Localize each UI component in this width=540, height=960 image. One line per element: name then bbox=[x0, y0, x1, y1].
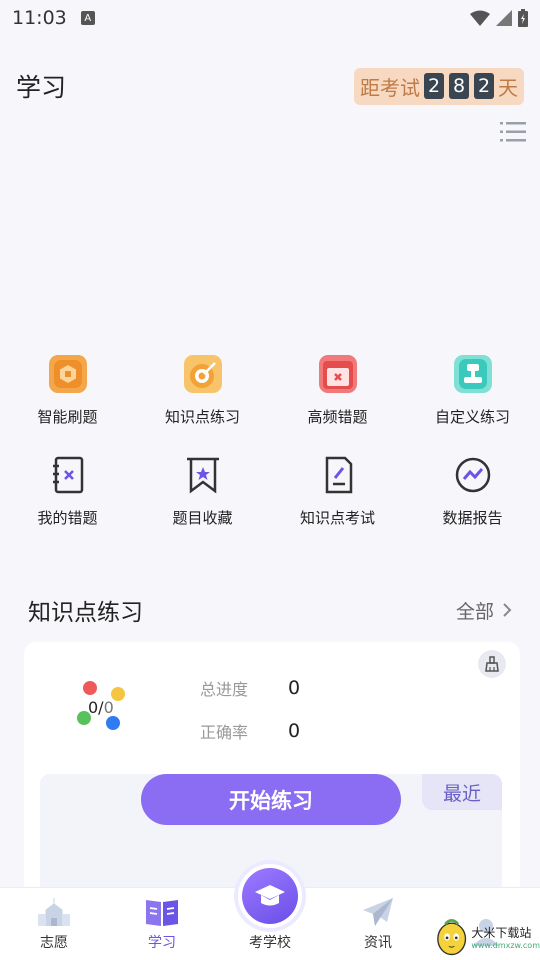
clear-broom-icon[interactable] bbox=[478, 650, 506, 678]
grid-item-label: 题目收藏 bbox=[172, 509, 233, 527]
nav-item-study[interactable]: 学习 bbox=[108, 888, 216, 960]
list-menu-icon[interactable] bbox=[500, 120, 526, 144]
exam-countdown: 距考试 2 8 2 天 bbox=[354, 67, 524, 105]
countdown-suffix: 天 bbox=[498, 75, 518, 100]
knowledge-practice-section-header: 知识点练习 全部 bbox=[28, 590, 512, 630]
grid-item-label: 知识点练习 bbox=[164, 408, 240, 426]
wifi-icon bbox=[470, 10, 490, 26]
bookmark-icon bbox=[181, 453, 225, 497]
watermark-title: 大米下载站 bbox=[471, 926, 532, 940]
stamp-icon bbox=[451, 352, 495, 396]
accuracy-value: 0 bbox=[288, 720, 301, 742]
chevron-right-icon bbox=[503, 603, 512, 617]
watermark: 大米下载站 www.dmxzw.com bbox=[436, 914, 540, 960]
grid-item-data-report[interactable]: 数据报告 bbox=[405, 453, 540, 528]
status-time: 11:03 bbox=[12, 7, 67, 29]
start-practice-button[interactable]: 开始练习 bbox=[141, 774, 401, 825]
grid-item-favorites[interactable]: 题目收藏 bbox=[135, 453, 270, 528]
ratio-denominator: 0 bbox=[103, 698, 114, 717]
grid-item-label: 智能刷题 bbox=[37, 408, 98, 426]
nav-item-volunteer[interactable]: 志愿 bbox=[0, 888, 108, 960]
grid-item-knowledge-practice[interactable]: 知识点练习 bbox=[135, 352, 270, 427]
status-icons bbox=[470, 9, 528, 27]
nav-item-exam-school[interactable]: 考学校 bbox=[216, 864, 324, 960]
battery-icon bbox=[518, 9, 528, 27]
grid-item-label: 知识点考试 bbox=[299, 509, 375, 527]
grid-item-label: 高频错题 bbox=[307, 408, 368, 426]
countdown-digit: 2 bbox=[424, 73, 444, 99]
paper-plane-icon bbox=[363, 898, 393, 926]
grid-item-frequent-errors[interactable]: 高频错题 bbox=[270, 352, 405, 427]
nav-label: 学习 bbox=[148, 935, 176, 951]
watermark-text: 大米下载站 www.dmxzw.com bbox=[471, 924, 540, 950]
grid-item-label: 数据报告 bbox=[442, 509, 503, 527]
report-icon bbox=[451, 453, 495, 497]
ratio-numerator: 0/ bbox=[88, 698, 104, 717]
target-icon bbox=[181, 352, 225, 396]
error-book-icon bbox=[46, 453, 90, 497]
status-bar: 11:03 A bbox=[0, 0, 540, 36]
recent-tab[interactable]: 最近 bbox=[422, 774, 502, 810]
smart-practice-icon bbox=[46, 352, 90, 396]
accessibility-icon: A bbox=[80, 11, 95, 25]
section-title: 知识点练习 bbox=[28, 600, 143, 626]
progress-ratio: 0/0 bbox=[88, 698, 114, 717]
countdown-prefix: 距考试 bbox=[360, 75, 420, 100]
accuracy-label: 正确率 bbox=[200, 723, 249, 742]
nav-center-circle bbox=[238, 864, 302, 928]
page-title: 学习 bbox=[16, 73, 67, 102]
see-all-link[interactable]: 全部 bbox=[456, 597, 512, 624]
grid-item-my-errors[interactable]: 我的错题 bbox=[0, 453, 135, 528]
grid-item-label: 自定义练习 bbox=[434, 408, 510, 426]
watermark-url: www.dmxzw.com bbox=[471, 941, 540, 950]
graduation-cap-icon bbox=[242, 868, 298, 924]
nav-item-news[interactable]: 资讯 bbox=[324, 888, 432, 960]
total-progress-row: 总进度 0 bbox=[200, 676, 300, 700]
grid-item-custom-practice[interactable]: 自定义练习 bbox=[405, 352, 540, 427]
grid-item-label: 我的错题 bbox=[37, 509, 98, 527]
nav-label: 考学校 bbox=[249, 935, 291, 951]
header: 学习 距考试 2 8 2 天 bbox=[0, 62, 540, 110]
total-progress-value: 0 bbox=[288, 677, 301, 699]
knowledge-practice-card: 0/0 总进度 0 正确率 0 最近 bbox=[24, 642, 520, 914]
see-all-label: 全部 bbox=[455, 600, 494, 623]
watermark-logo-icon bbox=[437, 919, 467, 956]
signal-icon bbox=[496, 10, 512, 26]
countdown-digit: 2 bbox=[474, 73, 494, 99]
calendar-error-icon bbox=[316, 352, 360, 396]
countdown-digit: 8 bbox=[449, 73, 469, 99]
nav-label: 志愿 bbox=[40, 935, 68, 951]
exam-paper-icon bbox=[316, 453, 360, 497]
grid-item-knowledge-exam[interactable]: 知识点考试 bbox=[270, 453, 405, 528]
nav-label: 资讯 bbox=[364, 935, 392, 951]
school-building-icon bbox=[38, 898, 70, 926]
accuracy-row: 正确率 0 bbox=[200, 719, 300, 743]
open-book-icon bbox=[146, 900, 178, 926]
feature-grid: 智能刷题 知识点练习 高频错题 自定义练习 我的错题 题目收藏 知识点考试 数据… bbox=[0, 352, 540, 528]
total-progress-label: 总进度 bbox=[200, 680, 249, 699]
grid-item-smart-practice[interactable]: 智能刷题 bbox=[0, 352, 135, 427]
